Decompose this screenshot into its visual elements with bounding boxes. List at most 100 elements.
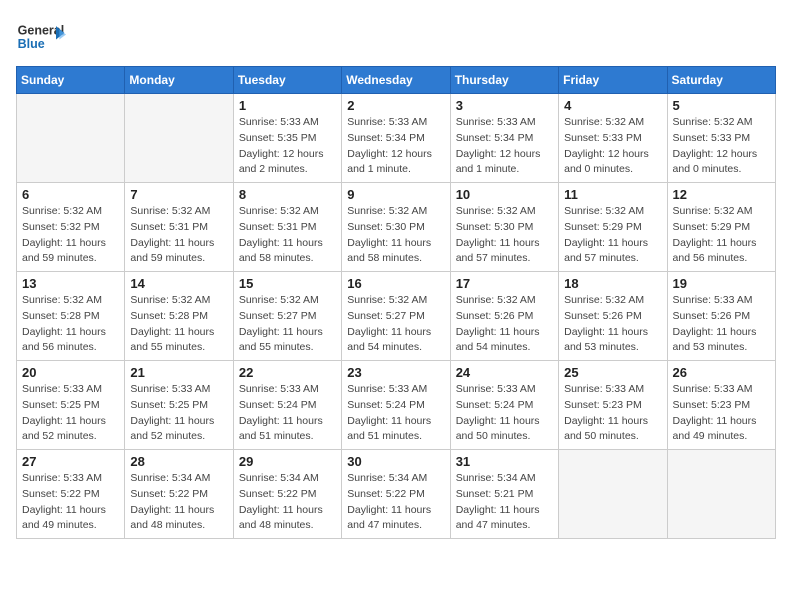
day-number: 26 bbox=[673, 365, 770, 380]
calendar-cell: 5 Sunrise: 5:32 AMSunset: 5:33 PMDaylight… bbox=[667, 94, 775, 183]
day-number: 13 bbox=[22, 276, 119, 291]
calendar-cell: 2Sunrise: 5:33 AMSunset: 5:34 PMDaylight… bbox=[342, 94, 450, 183]
calendar-cell: 31 Sunrise: 5:34 AMSunset: 5:21 PMDayligh… bbox=[450, 450, 558, 539]
calendar-header-row: SundayMondayTuesdayWednesdayThursdayFrid… bbox=[17, 67, 776, 94]
calendar-week-row: 27 Sunrise: 5:33 AMSunset: 5:22 PMDayligh… bbox=[17, 450, 776, 539]
day-info: Sunrise: 5:32 AMSunset: 5:27 PMDaylight:… bbox=[347, 293, 444, 356]
day-info: Sunrise: 5:32 AMSunset: 5:29 PMDaylight:… bbox=[673, 204, 770, 267]
calendar-cell bbox=[125, 94, 233, 183]
calendar-cell: 23 Sunrise: 5:33 AMSunset: 5:24 PMDayligh… bbox=[342, 361, 450, 450]
day-header-tuesday: Tuesday bbox=[233, 67, 341, 94]
logo: General Blue bbox=[16, 16, 66, 58]
day-number: 1 bbox=[239, 98, 336, 113]
day-number: 8 bbox=[239, 187, 336, 202]
day-number: 29 bbox=[239, 454, 336, 469]
day-number: 12 bbox=[673, 187, 770, 202]
calendar-cell: 26 Sunrise: 5:33 AMSunset: 5:23 PMDayligh… bbox=[667, 361, 775, 450]
day-header-friday: Friday bbox=[559, 67, 667, 94]
calendar-week-row: 13 Sunrise: 5:32 AMSunset: 5:28 PMDayligh… bbox=[17, 272, 776, 361]
day-number: 17 bbox=[456, 276, 553, 291]
day-info: Sunrise: 5:33 AMSunset: 5:24 PMDaylight:… bbox=[456, 382, 553, 445]
day-info: Sunrise: 5:34 AMSunset: 5:22 PMDaylight:… bbox=[239, 471, 336, 534]
calendar-cell: 28Sunrise: 5:34 AMSunset: 5:22 PMDayligh… bbox=[125, 450, 233, 539]
day-info: Sunrise: 5:32 AMSunset: 5:26 PMDaylight:… bbox=[456, 293, 553, 356]
day-info: Sunrise: 5:32 AMSunset: 5:26 PMDaylight:… bbox=[564, 293, 661, 356]
day-info: Sunrise: 5:33 AMSunset: 5:25 PMDaylight:… bbox=[22, 382, 119, 445]
calendar-cell: 21Sunrise: 5:33 AMSunset: 5:25 PMDayligh… bbox=[125, 361, 233, 450]
day-number: 2 bbox=[347, 98, 444, 113]
day-number: 4 bbox=[564, 98, 661, 113]
day-number: 5 bbox=[673, 98, 770, 113]
day-info: Sunrise: 5:33 AMSunset: 5:23 PMDaylight:… bbox=[673, 382, 770, 445]
calendar-cell: 14 Sunrise: 5:32 AMSunset: 5:28 PMDayligh… bbox=[125, 272, 233, 361]
calendar-cell: 3Sunrise: 5:33 AMSunset: 5:34 PMDaylight… bbox=[450, 94, 558, 183]
day-number: 6 bbox=[22, 187, 119, 202]
day-info: Sunrise: 5:32 AMSunset: 5:30 PMDaylight:… bbox=[456, 204, 553, 267]
day-info: Sunrise: 5:32 AMSunset: 5:28 PMDaylight:… bbox=[22, 293, 119, 356]
calendar-cell: 8Sunrise: 5:32 AMSunset: 5:31 PMDaylight… bbox=[233, 183, 341, 272]
calendar-cell: 27 Sunrise: 5:33 AMSunset: 5:22 PMDayligh… bbox=[17, 450, 125, 539]
day-number: 20 bbox=[22, 365, 119, 380]
calendar-cell: 24Sunrise: 5:33 AMSunset: 5:24 PMDayligh… bbox=[450, 361, 558, 450]
calendar-cell: 25 Sunrise: 5:33 AMSunset: 5:23 PMDayligh… bbox=[559, 361, 667, 450]
calendar-cell: 11Sunrise: 5:32 AMSunset: 5:29 PMDayligh… bbox=[559, 183, 667, 272]
calendar-cell: 4 Sunrise: 5:32 AMSunset: 5:33 PMDaylight… bbox=[559, 94, 667, 183]
calendar-cell bbox=[559, 450, 667, 539]
day-info: Sunrise: 5:32 AMSunset: 5:33 PMDaylight:… bbox=[673, 115, 770, 178]
day-info: Sunrise: 5:34 AMSunset: 5:21 PMDaylight:… bbox=[456, 471, 553, 534]
calendar-cell bbox=[667, 450, 775, 539]
calendar-week-row: 1 Sunrise: 5:33 AMSunset: 5:35 PMDaylight… bbox=[17, 94, 776, 183]
calendar-cell: 10 Sunrise: 5:32 AMSunset: 5:30 PMDayligh… bbox=[450, 183, 558, 272]
day-header-sunday: Sunday bbox=[17, 67, 125, 94]
calendar-cell bbox=[17, 94, 125, 183]
calendar-cell: 19 Sunrise: 5:33 AMSunset: 5:26 PMDayligh… bbox=[667, 272, 775, 361]
calendar-cell: 22 Sunrise: 5:33 AMSunset: 5:24 PMDayligh… bbox=[233, 361, 341, 450]
day-number: 30 bbox=[347, 454, 444, 469]
calendar-cell: 6Sunrise: 5:32 AMSunset: 5:32 PMDaylight… bbox=[17, 183, 125, 272]
day-info: Sunrise: 5:32 AMSunset: 5:33 PMDaylight:… bbox=[564, 115, 661, 178]
day-number: 10 bbox=[456, 187, 553, 202]
calendar-cell: 29 Sunrise: 5:34 AMSunset: 5:22 PMDayligh… bbox=[233, 450, 341, 539]
day-info: Sunrise: 5:33 AMSunset: 5:24 PMDaylight:… bbox=[239, 382, 336, 445]
day-info: Sunrise: 5:32 AMSunset: 5:31 PMDaylight:… bbox=[130, 204, 227, 267]
calendar-cell: 15 Sunrise: 5:32 AMSunset: 5:27 PMDayligh… bbox=[233, 272, 341, 361]
day-number: 25 bbox=[564, 365, 661, 380]
calendar-cell: 9 Sunrise: 5:32 AMSunset: 5:30 PMDaylight… bbox=[342, 183, 450, 272]
day-number: 7 bbox=[130, 187, 227, 202]
day-info: Sunrise: 5:32 AMSunset: 5:30 PMDaylight:… bbox=[347, 204, 444, 267]
day-info: Sunrise: 5:32 AMSunset: 5:29 PMDaylight:… bbox=[564, 204, 661, 267]
day-info: Sunrise: 5:34 AMSunset: 5:22 PMDaylight:… bbox=[130, 471, 227, 534]
calendar-week-row: 6Sunrise: 5:32 AMSunset: 5:32 PMDaylight… bbox=[17, 183, 776, 272]
calendar-table: SundayMondayTuesdayWednesdayThursdayFrid… bbox=[16, 66, 776, 539]
day-info: Sunrise: 5:33 AMSunset: 5:22 PMDaylight:… bbox=[22, 471, 119, 534]
day-number: 3 bbox=[456, 98, 553, 113]
day-number: 9 bbox=[347, 187, 444, 202]
calendar-cell: 13 Sunrise: 5:32 AMSunset: 5:28 PMDayligh… bbox=[17, 272, 125, 361]
calendar-cell: 17 Sunrise: 5:32 AMSunset: 5:26 PMDayligh… bbox=[450, 272, 558, 361]
calendar-cell: 7 Sunrise: 5:32 AMSunset: 5:31 PMDaylight… bbox=[125, 183, 233, 272]
day-info: Sunrise: 5:32 AMSunset: 5:28 PMDaylight:… bbox=[130, 293, 227, 356]
day-number: 15 bbox=[239, 276, 336, 291]
day-number: 22 bbox=[239, 365, 336, 380]
day-number: 14 bbox=[130, 276, 227, 291]
svg-text:Blue: Blue bbox=[18, 37, 45, 51]
day-number: 16 bbox=[347, 276, 444, 291]
day-info: Sunrise: 5:33 AMSunset: 5:24 PMDaylight:… bbox=[347, 382, 444, 445]
day-number: 31 bbox=[456, 454, 553, 469]
calendar-cell: 18Sunrise: 5:32 AMSunset: 5:26 PMDayligh… bbox=[559, 272, 667, 361]
day-info: Sunrise: 5:33 AMSunset: 5:23 PMDaylight:… bbox=[564, 382, 661, 445]
day-number: 27 bbox=[22, 454, 119, 469]
day-info: Sunrise: 5:32 AMSunset: 5:27 PMDaylight:… bbox=[239, 293, 336, 356]
day-header-thursday: Thursday bbox=[450, 67, 558, 94]
calendar-cell: 12 Sunrise: 5:32 AMSunset: 5:29 PMDayligh… bbox=[667, 183, 775, 272]
day-number: 21 bbox=[130, 365, 227, 380]
calendar-cell: 16 Sunrise: 5:32 AMSunset: 5:27 PMDayligh… bbox=[342, 272, 450, 361]
calendar-week-row: 20 Sunrise: 5:33 AMSunset: 5:25 PMDayligh… bbox=[17, 361, 776, 450]
day-info: Sunrise: 5:33 AMSunset: 5:35 PMDaylight:… bbox=[239, 115, 336, 178]
day-header-saturday: Saturday bbox=[667, 67, 775, 94]
day-number: 19 bbox=[673, 276, 770, 291]
day-info: Sunrise: 5:33 AMSunset: 5:26 PMDaylight:… bbox=[673, 293, 770, 356]
logo-icon: General Blue bbox=[16, 16, 66, 58]
day-header-monday: Monday bbox=[125, 67, 233, 94]
day-number: 23 bbox=[347, 365, 444, 380]
